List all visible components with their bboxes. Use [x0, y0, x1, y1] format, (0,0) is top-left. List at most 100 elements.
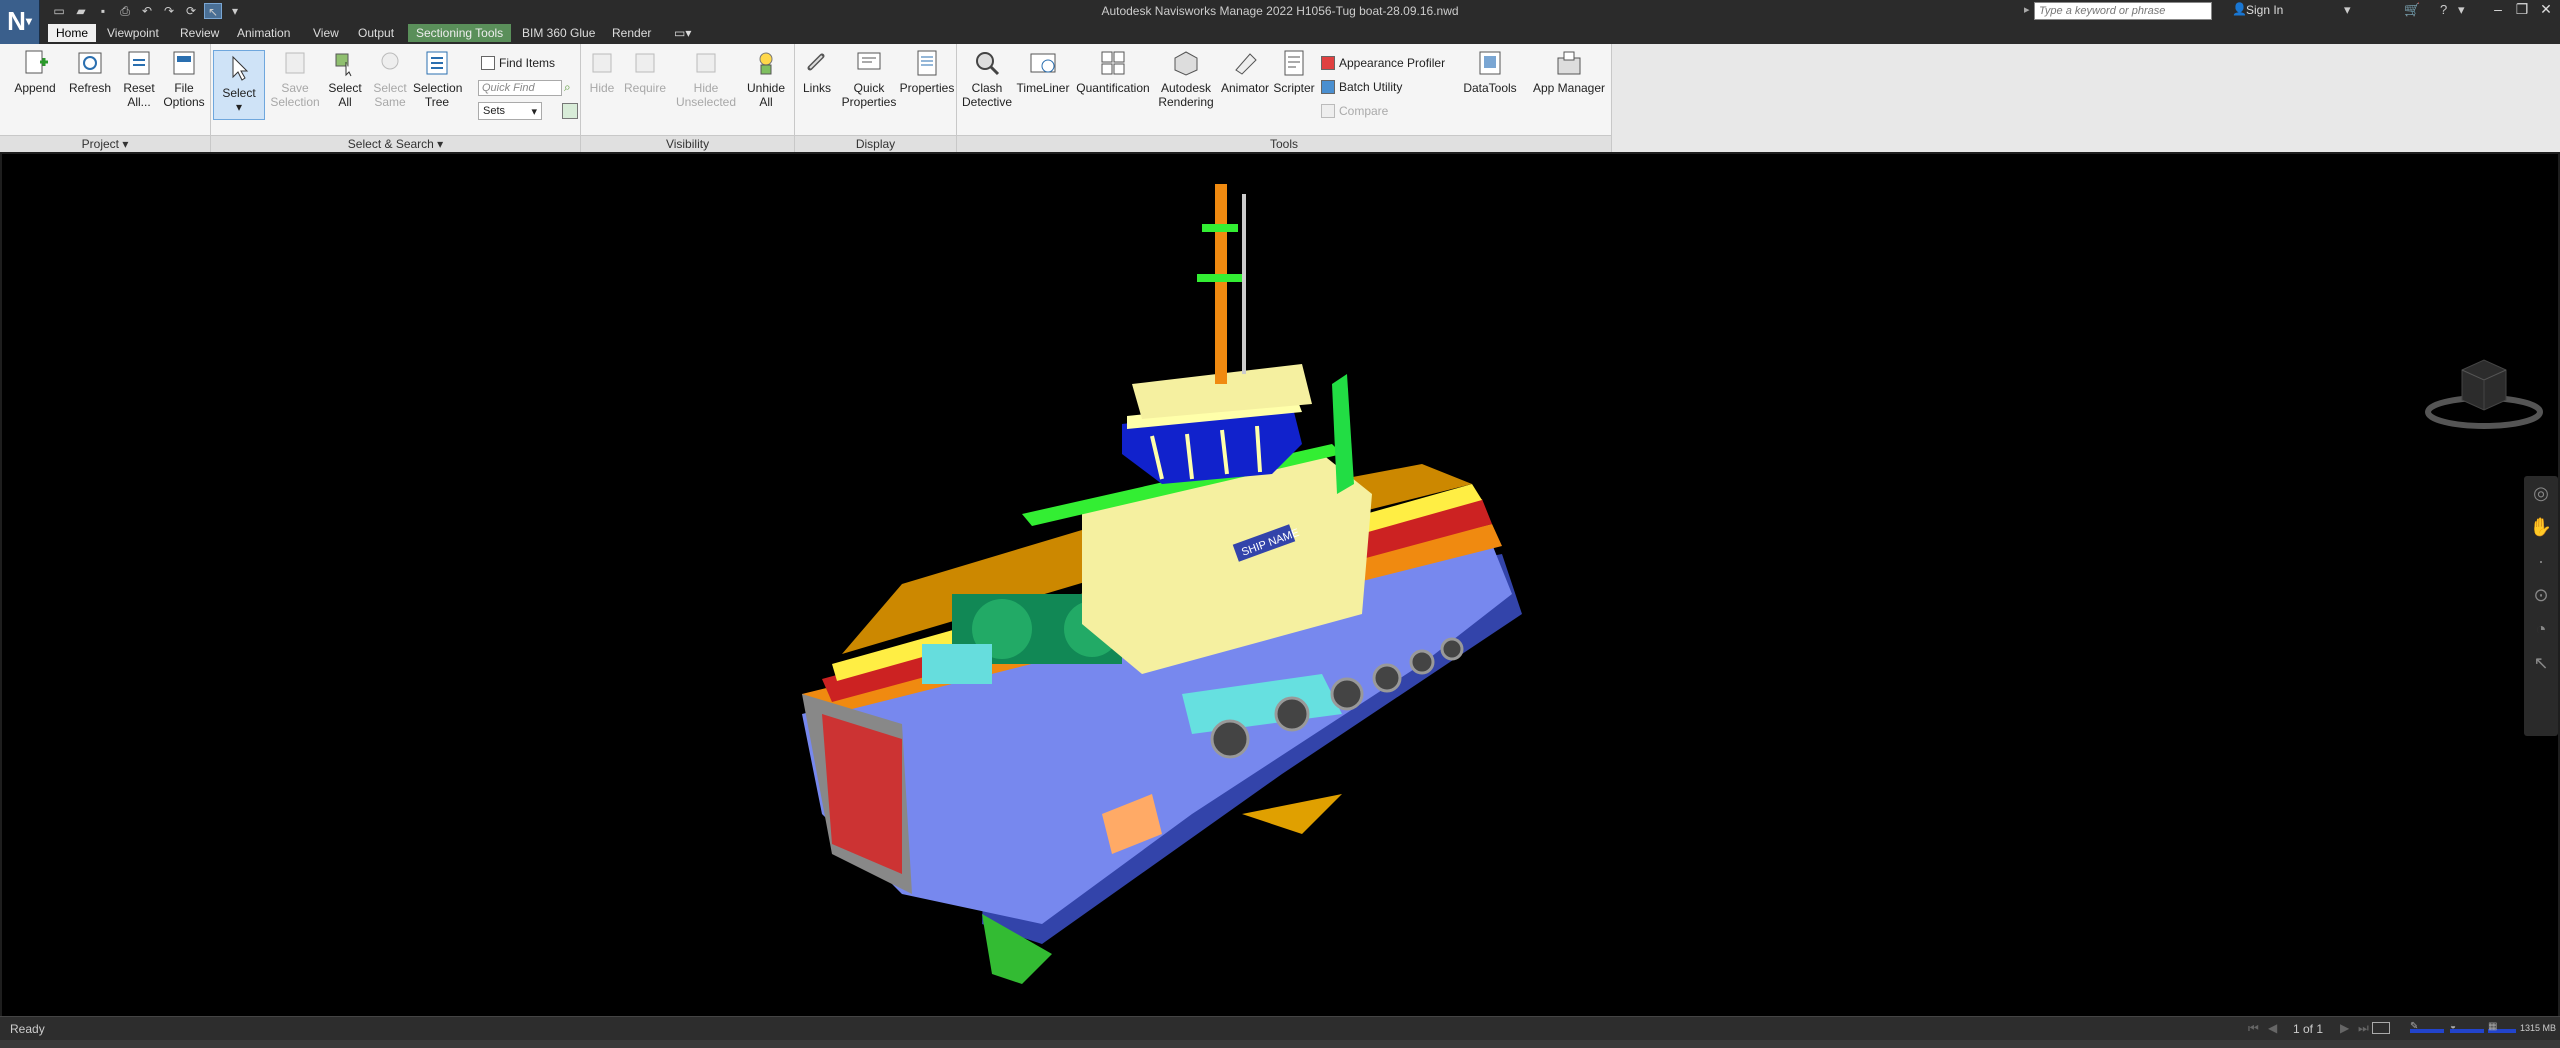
open-file-icon[interactable]: ▰: [72, 3, 90, 19]
tab-render[interactable]: Render: [604, 24, 659, 42]
memory-usage: 1315 MB: [2520, 1023, 2557, 1033]
file-options-button[interactable]: File Options: [162, 48, 206, 109]
scripter-button[interactable]: Scripter: [1273, 48, 1315, 95]
animator-icon: [1235, 53, 1257, 75]
undo-icon[interactable]: ↶: [138, 3, 156, 19]
tab-view[interactable]: View: [305, 24, 347, 42]
quick-properties-icon: [857, 52, 881, 70]
animator-button[interactable]: Animator: [1217, 48, 1273, 95]
sign-in-link[interactable]: Sign In: [2246, 3, 2283, 17]
tab-output[interactable]: Output: [350, 24, 402, 42]
compare-button[interactable]: Compare: [1321, 104, 1388, 118]
find-items-icon: [481, 56, 495, 70]
previous-sheet-icon[interactable]: ◀: [2268, 1021, 2277, 1035]
append-button[interactable]: Append: [12, 48, 58, 95]
qat-customize-icon[interactable]: ▾: [226, 3, 244, 19]
select-search-panel-title[interactable]: Select & Search ▾: [211, 135, 580, 152]
close-icon[interactable]: ✕: [2536, 1, 2556, 18]
quick-properties-button[interactable]: Quick Properties: [839, 48, 899, 109]
new-file-icon[interactable]: ▭: [50, 3, 68, 19]
first-sheet-icon[interactable]: ⏮: [2248, 1021, 2259, 1036]
clash-detective-icon: [976, 52, 1000, 76]
quantification-button[interactable]: Quantification: [1073, 48, 1153, 95]
select-all-button[interactable]: Select All: [323, 48, 367, 109]
autodesk-rendering-button[interactable]: Autodesk Rendering: [1155, 48, 1217, 109]
tab-home[interactable]: Home: [48, 24, 97, 42]
select-same-button[interactable]: Select Same: [369, 48, 411, 109]
appearance-profiler-button[interactable]: Appearance Profiler: [1321, 56, 1445, 70]
manage-sets-icon[interactable]: [562, 103, 578, 119]
application-menu-button[interactable]: N▾: [0, 0, 40, 44]
app-manager-icon: [1557, 51, 1581, 75]
quick-find-search-icon[interactable]: ⌕: [564, 80, 578, 96]
links-button[interactable]: Links: [797, 48, 837, 95]
properties-button[interactable]: Properties: [899, 48, 955, 95]
unhide-all-button[interactable]: Unhide All: [741, 48, 791, 109]
status-text: Ready: [10, 1022, 45, 1036]
save-icon[interactable]: ▪: [94, 3, 112, 19]
disk-performance-icon: ◒: [2450, 1021, 2484, 1033]
help-icon[interactable]: ?: [2440, 2, 2447, 17]
appearance-profiler-icon: [1321, 56, 1335, 70]
tab-animation[interactable]: Animation: [229, 24, 298, 42]
steering-wheel-icon[interactable]: ◎: [2524, 476, 2558, 510]
app-manager-button[interactable]: App Manager: [1529, 48, 1609, 95]
select-cursor-icon[interactable]: ↖: [204, 3, 222, 19]
compare-icon: [1321, 104, 1335, 118]
next-sheet-icon[interactable]: ▶: [2340, 1021, 2349, 1035]
minimize-icon[interactable]: –: [2488, 1, 2508, 17]
timeliner-button[interactable]: TimeLiner: [1015, 48, 1071, 95]
selection-tree-button[interactable]: Selection Tree: [413, 48, 462, 109]
hide-button[interactable]: Hide: [585, 48, 619, 95]
window-bottom-edge: [0, 1040, 2560, 1048]
reset-all-button[interactable]: Reset All...: [118, 48, 160, 109]
refresh-button[interactable]: Refresh: [64, 48, 116, 95]
datatools-button[interactable]: DataTools: [1461, 48, 1519, 95]
hide-unselected-button[interactable]: Hide Unselected: [671, 48, 741, 109]
save-selection-button[interactable]: Save Selection: [269, 48, 321, 109]
help-dropdown-icon[interactable]: ▾: [2458, 2, 2465, 18]
3d-viewport[interactable]: SHIP NAME ◎ ✋ · ⊙ ◔ ↖: [2, 154, 2558, 1016]
tab-review[interactable]: Review: [172, 24, 227, 42]
project-panel-title[interactable]: Project ▾: [0, 135, 210, 152]
ribbon-empty-area: [1612, 44, 2560, 152]
find-items-button[interactable]: Find Items: [481, 56, 555, 70]
batch-utility-button[interactable]: Batch Utility: [1321, 80, 1402, 94]
signin-dropdown-icon[interactable]: ▾: [2344, 2, 2351, 18]
viewcube[interactable]: [2422, 354, 2552, 434]
restore-icon[interactable]: ❐: [2512, 1, 2532, 18]
tab-overflow-icon[interactable]: ▭▾: [666, 24, 699, 42]
sets-dropdown[interactable]: Sets ▾: [478, 102, 542, 120]
tab-bim360-glue[interactable]: BIM 360 Glue: [514, 24, 603, 42]
select-button[interactable]: Select ▾: [213, 50, 265, 120]
cart-icon[interactable]: 🛒: [2404, 2, 2420, 18]
tab-sectioning-tools[interactable]: Sectioning Tools: [408, 24, 512, 42]
look-icon[interactable]: ◔: [2524, 612, 2558, 646]
title-bar: N▾ ▭ ▰ ▪ ⎙ ↶ ↷ ⟳ ↖ ▾ Autodesk Navisworks…: [0, 0, 2560, 44]
append-icon: [25, 50, 48, 74]
links-icon: [807, 53, 825, 71]
search-input[interactable]: Type a keyword or phrase: [2034, 2, 2212, 20]
project-panel: Append Refresh Reset All... File Options…: [0, 44, 211, 152]
tugboat-model: SHIP NAME: [802, 184, 1522, 984]
last-sheet-icon[interactable]: ⏭: [2358, 1021, 2369, 1036]
refresh-icon[interactable]: ⟳: [182, 3, 200, 19]
sheet-browser-icon[interactable]: [2372, 1022, 2390, 1034]
select-same-icon: [381, 52, 399, 70]
require-icon: [635, 53, 655, 73]
search-expand-icon[interactable]: ▸: [2024, 3, 2030, 16]
file-options-icon: [173, 51, 195, 75]
zoom-icon[interactable]: ·: [2524, 544, 2558, 578]
orbit-icon[interactable]: ⊙: [2524, 578, 2558, 612]
select-tool-icon[interactable]: ↖: [2524, 646, 2558, 680]
user-icon[interactable]: 👤: [2232, 2, 2247, 16]
pan-hand-icon[interactable]: ✋: [2524, 510, 2558, 544]
require-button[interactable]: Require: [621, 48, 669, 95]
properties-icon: [917, 50, 937, 76]
print-icon[interactable]: ⎙: [116, 3, 134, 19]
clash-detective-button[interactable]: Clash Detective: [959, 48, 1015, 109]
tools-panel-title: Tools: [957, 135, 1611, 152]
redo-icon[interactable]: ↷: [160, 3, 178, 19]
tab-viewpoint[interactable]: Viewpoint: [99, 24, 167, 42]
quick-find-input[interactable]: Quick Find: [478, 80, 562, 96]
